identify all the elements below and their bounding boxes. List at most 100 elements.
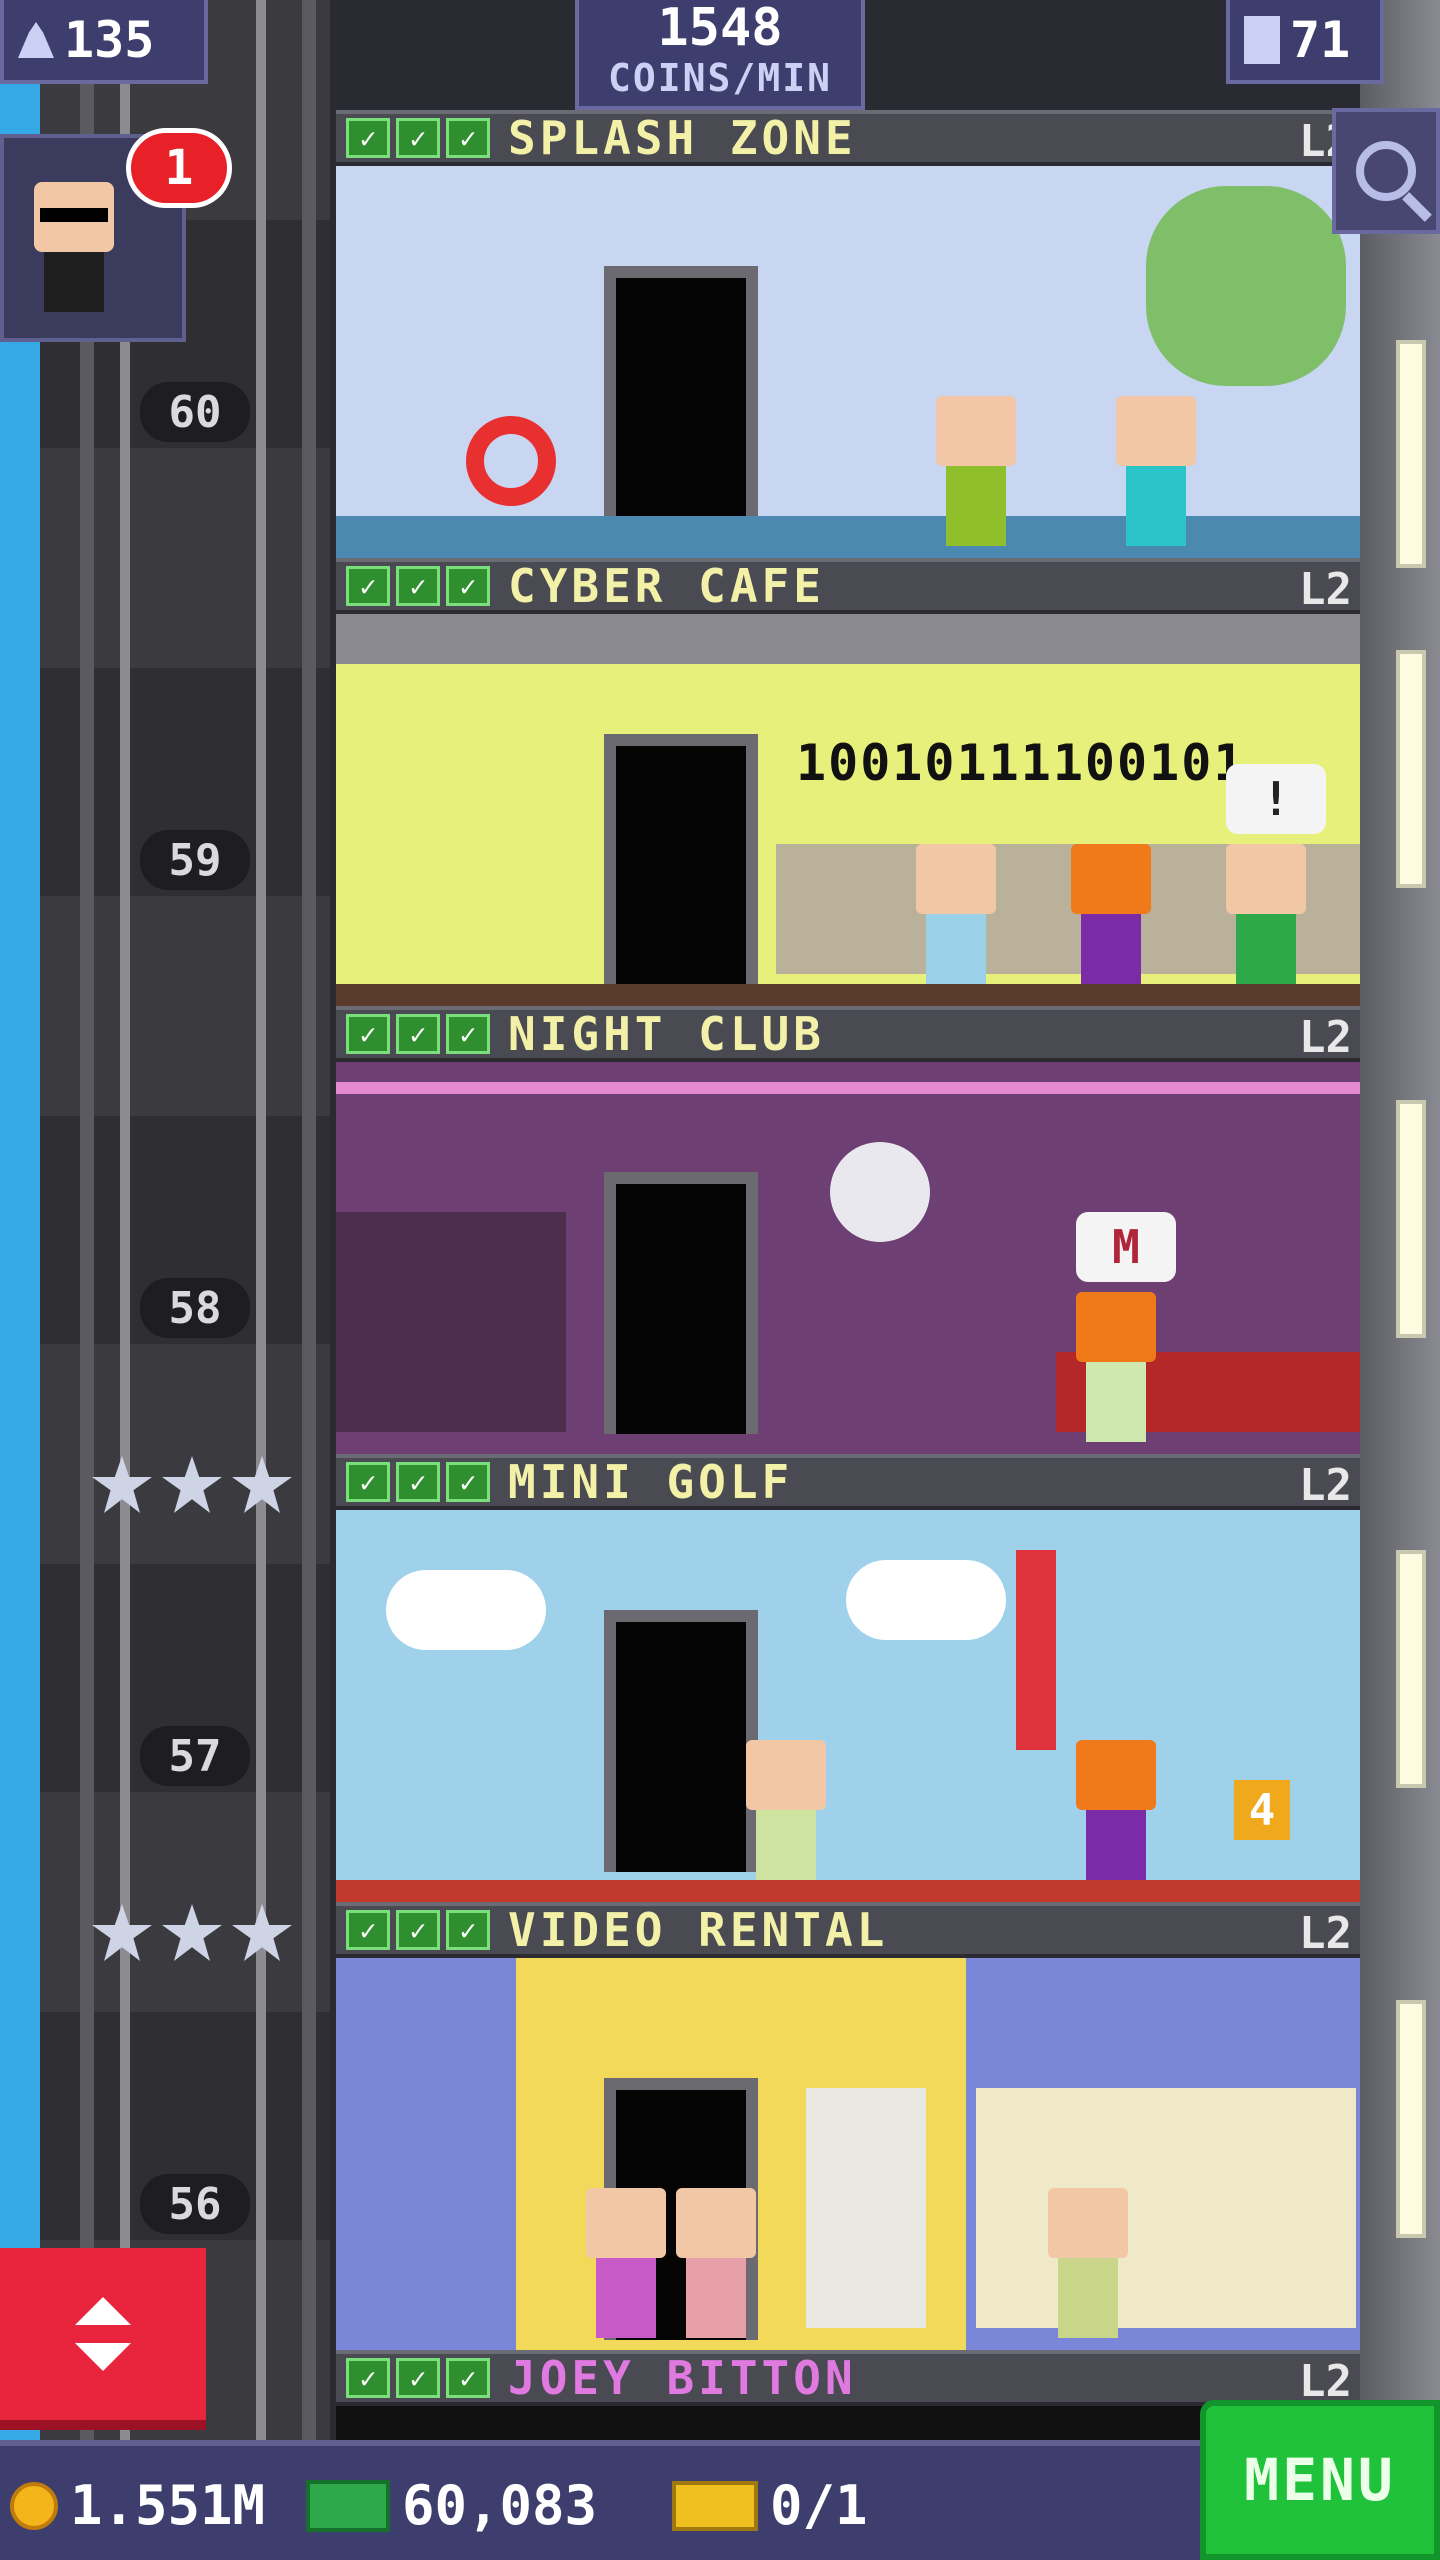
bitizen[interactable] <box>1116 396 1196 546</box>
floor-number-56: 56 <box>140 2174 250 2234</box>
check-icon: ✓ <box>396 1014 440 1054</box>
bitizen[interactable] <box>936 396 1016 546</box>
magnifier-icon <box>1356 141 1416 201</box>
side-wall <box>336 1958 516 2350</box>
find-bitizen-button[interactable] <box>1332 108 1440 234</box>
check-icon: ✓ <box>396 2358 440 2398</box>
bux-stat[interactable]: 60,083 <box>306 2474 597 2537</box>
floor-level: L2 <box>1299 1908 1352 1959</box>
window <box>1396 2000 1426 2238</box>
check-icon: ✓ <box>446 566 490 606</box>
speech-bubble[interactable]: M <box>1076 1212 1176 1282</box>
check-icon: ✓ <box>396 1910 440 1950</box>
putting-green-edge <box>336 1880 1360 1902</box>
check-icon: ✓ <box>346 1014 390 1054</box>
bitizen[interactable] <box>916 844 996 994</box>
coins-per-min-value: 1548 <box>657 0 783 58</box>
floor-header: ✓ ✓ ✓ SPLASH ZONE L2 <box>336 110 1360 167</box>
elevator-cable-right <box>256 0 266 2440</box>
floor-name: VIDEO RENTAL <box>508 1903 889 1957</box>
room-scene: M <box>336 1062 1360 1454</box>
check-icon: ✓ <box>446 1910 490 1950</box>
floor-number-58: 58 <box>140 1278 250 1338</box>
room-scene <box>336 1958 1360 2350</box>
room-scene: 10010111100101 ! <box>336 614 1360 1006</box>
bitizen[interactable] <box>586 2188 666 2338</box>
binary-wall-text: 10010111100101 <box>796 734 1246 792</box>
shaft-rail-left <box>80 0 94 2440</box>
window <box>1396 650 1426 888</box>
star-icon <box>232 1904 292 1961</box>
neon-strip <box>336 1082 1360 1094</box>
window <box>1396 1550 1426 1788</box>
elevator-cable-left <box>120 0 130 2440</box>
window <box>1396 340 1426 568</box>
life-ring <box>466 416 556 506</box>
floor-level: L2 <box>1299 1012 1352 1063</box>
menu-button[interactable]: MENU <box>1200 2400 1440 2560</box>
tower-outer-wall <box>1360 0 1440 2440</box>
floor-mini-golf[interactable]: ✓ ✓ ✓ MINI GOLF L2 4 <box>336 1454 1360 1902</box>
notification-badge: 1 <box>126 128 232 208</box>
bitizen[interactable] <box>1048 2188 1128 2338</box>
floors-counter[interactable]: 71 <box>1226 0 1384 84</box>
floor-header: ✓ ✓ ✓ NIGHT CLUB L2 <box>336 1006 1360 1063</box>
check-icon: ✓ <box>446 1014 490 1054</box>
window <box>1396 1100 1426 1338</box>
arcade-cabinet <box>806 2088 926 2328</box>
star-icon <box>92 1456 152 1513</box>
bux-icon <box>306 2479 390 2532</box>
check-icon: ✓ <box>446 118 490 158</box>
star-icon <box>92 1904 152 1961</box>
tickets-stat[interactable]: 0/1 <box>672 2474 868 2537</box>
floor-name: MINI GOLF <box>508 1455 794 1509</box>
star-rating-row <box>92 1456 292 1516</box>
check-icon: ✓ <box>446 2358 490 2398</box>
check-icon: ✓ <box>346 1910 390 1950</box>
room-door <box>604 734 758 996</box>
check-icon: ✓ <box>346 566 390 606</box>
floor-name: SPLASH ZONE <box>508 111 857 165</box>
ceiling-lights <box>336 614 1360 664</box>
room-scene <box>336 166 1360 558</box>
bitizen[interactable] <box>676 2188 756 2338</box>
hole-number-sign: 4 <box>1234 1780 1290 1840</box>
coin-icon <box>10 2481 58 2530</box>
floor-number-60: 60 <box>140 382 250 442</box>
floor-splash-zone[interactable]: ✓ ✓ ✓ SPLASH ZONE L2 <box>336 110 1360 558</box>
disco-ball <box>830 1142 930 1242</box>
floor-video-rental[interactable]: ✓ ✓ ✓ VIDEO RENTAL L2 <box>336 1902 1360 2350</box>
ticket-icon <box>672 2480 758 2531</box>
coins-value: 1.551M <box>70 2474 266 2537</box>
arrow-down-icon <box>75 2343 131 2371</box>
check-icon: ✓ <box>396 118 440 158</box>
tickets-value: 0/1 <box>770 2474 868 2537</box>
windmill <box>1016 1550 1056 1750</box>
floor-night-club[interactable]: ✓ ✓ ✓ NIGHT CLUB L2 M <box>336 1006 1360 1454</box>
floor-name: JOEY BITTON <box>508 2351 857 2405</box>
population-counter[interactable]: 135 <box>0 0 208 84</box>
pumpkin-bitizen[interactable] <box>1076 1740 1156 1890</box>
bux-value: 60,083 <box>402 2474 598 2537</box>
room-door <box>604 1610 758 1872</box>
elevator-button[interactable] <box>0 2248 206 2430</box>
floor-header: ✓ ✓ ✓ VIDEO RENTAL L2 <box>336 1902 1360 1959</box>
video-shelves <box>976 2088 1356 2328</box>
check-icon: ✓ <box>396 1462 440 1502</box>
elevator-shaft <box>40 0 330 2440</box>
bitizen[interactable] <box>1226 844 1306 994</box>
coins-stat[interactable]: 1.551M <box>10 2474 265 2537</box>
check-icon: ✓ <box>346 2358 390 2398</box>
bitizen[interactable] <box>746 1740 826 1890</box>
pumpkin-bitizen[interactable] <box>1076 1292 1156 1442</box>
cloud <box>846 1560 1006 1640</box>
speech-bubble[interactable]: ! <box>1226 764 1326 834</box>
pool-water <box>336 516 1360 558</box>
population-value: 135 <box>64 11 155 69</box>
pumpkin-bitizen[interactable] <box>1071 844 1151 994</box>
star-rating-row <box>92 1904 292 1964</box>
floor-header: ✓ ✓ ✓ MINI GOLF L2 <box>336 1454 1360 1511</box>
floor-header: ✓ ✓ ✓ CYBER CAFE L2 <box>336 558 1360 615</box>
floor-level: L2 <box>1299 564 1352 615</box>
floor-cyber-cafe[interactable]: ✓ ✓ ✓ CYBER CAFE L2 10010111100101 ! <box>336 558 1360 1006</box>
